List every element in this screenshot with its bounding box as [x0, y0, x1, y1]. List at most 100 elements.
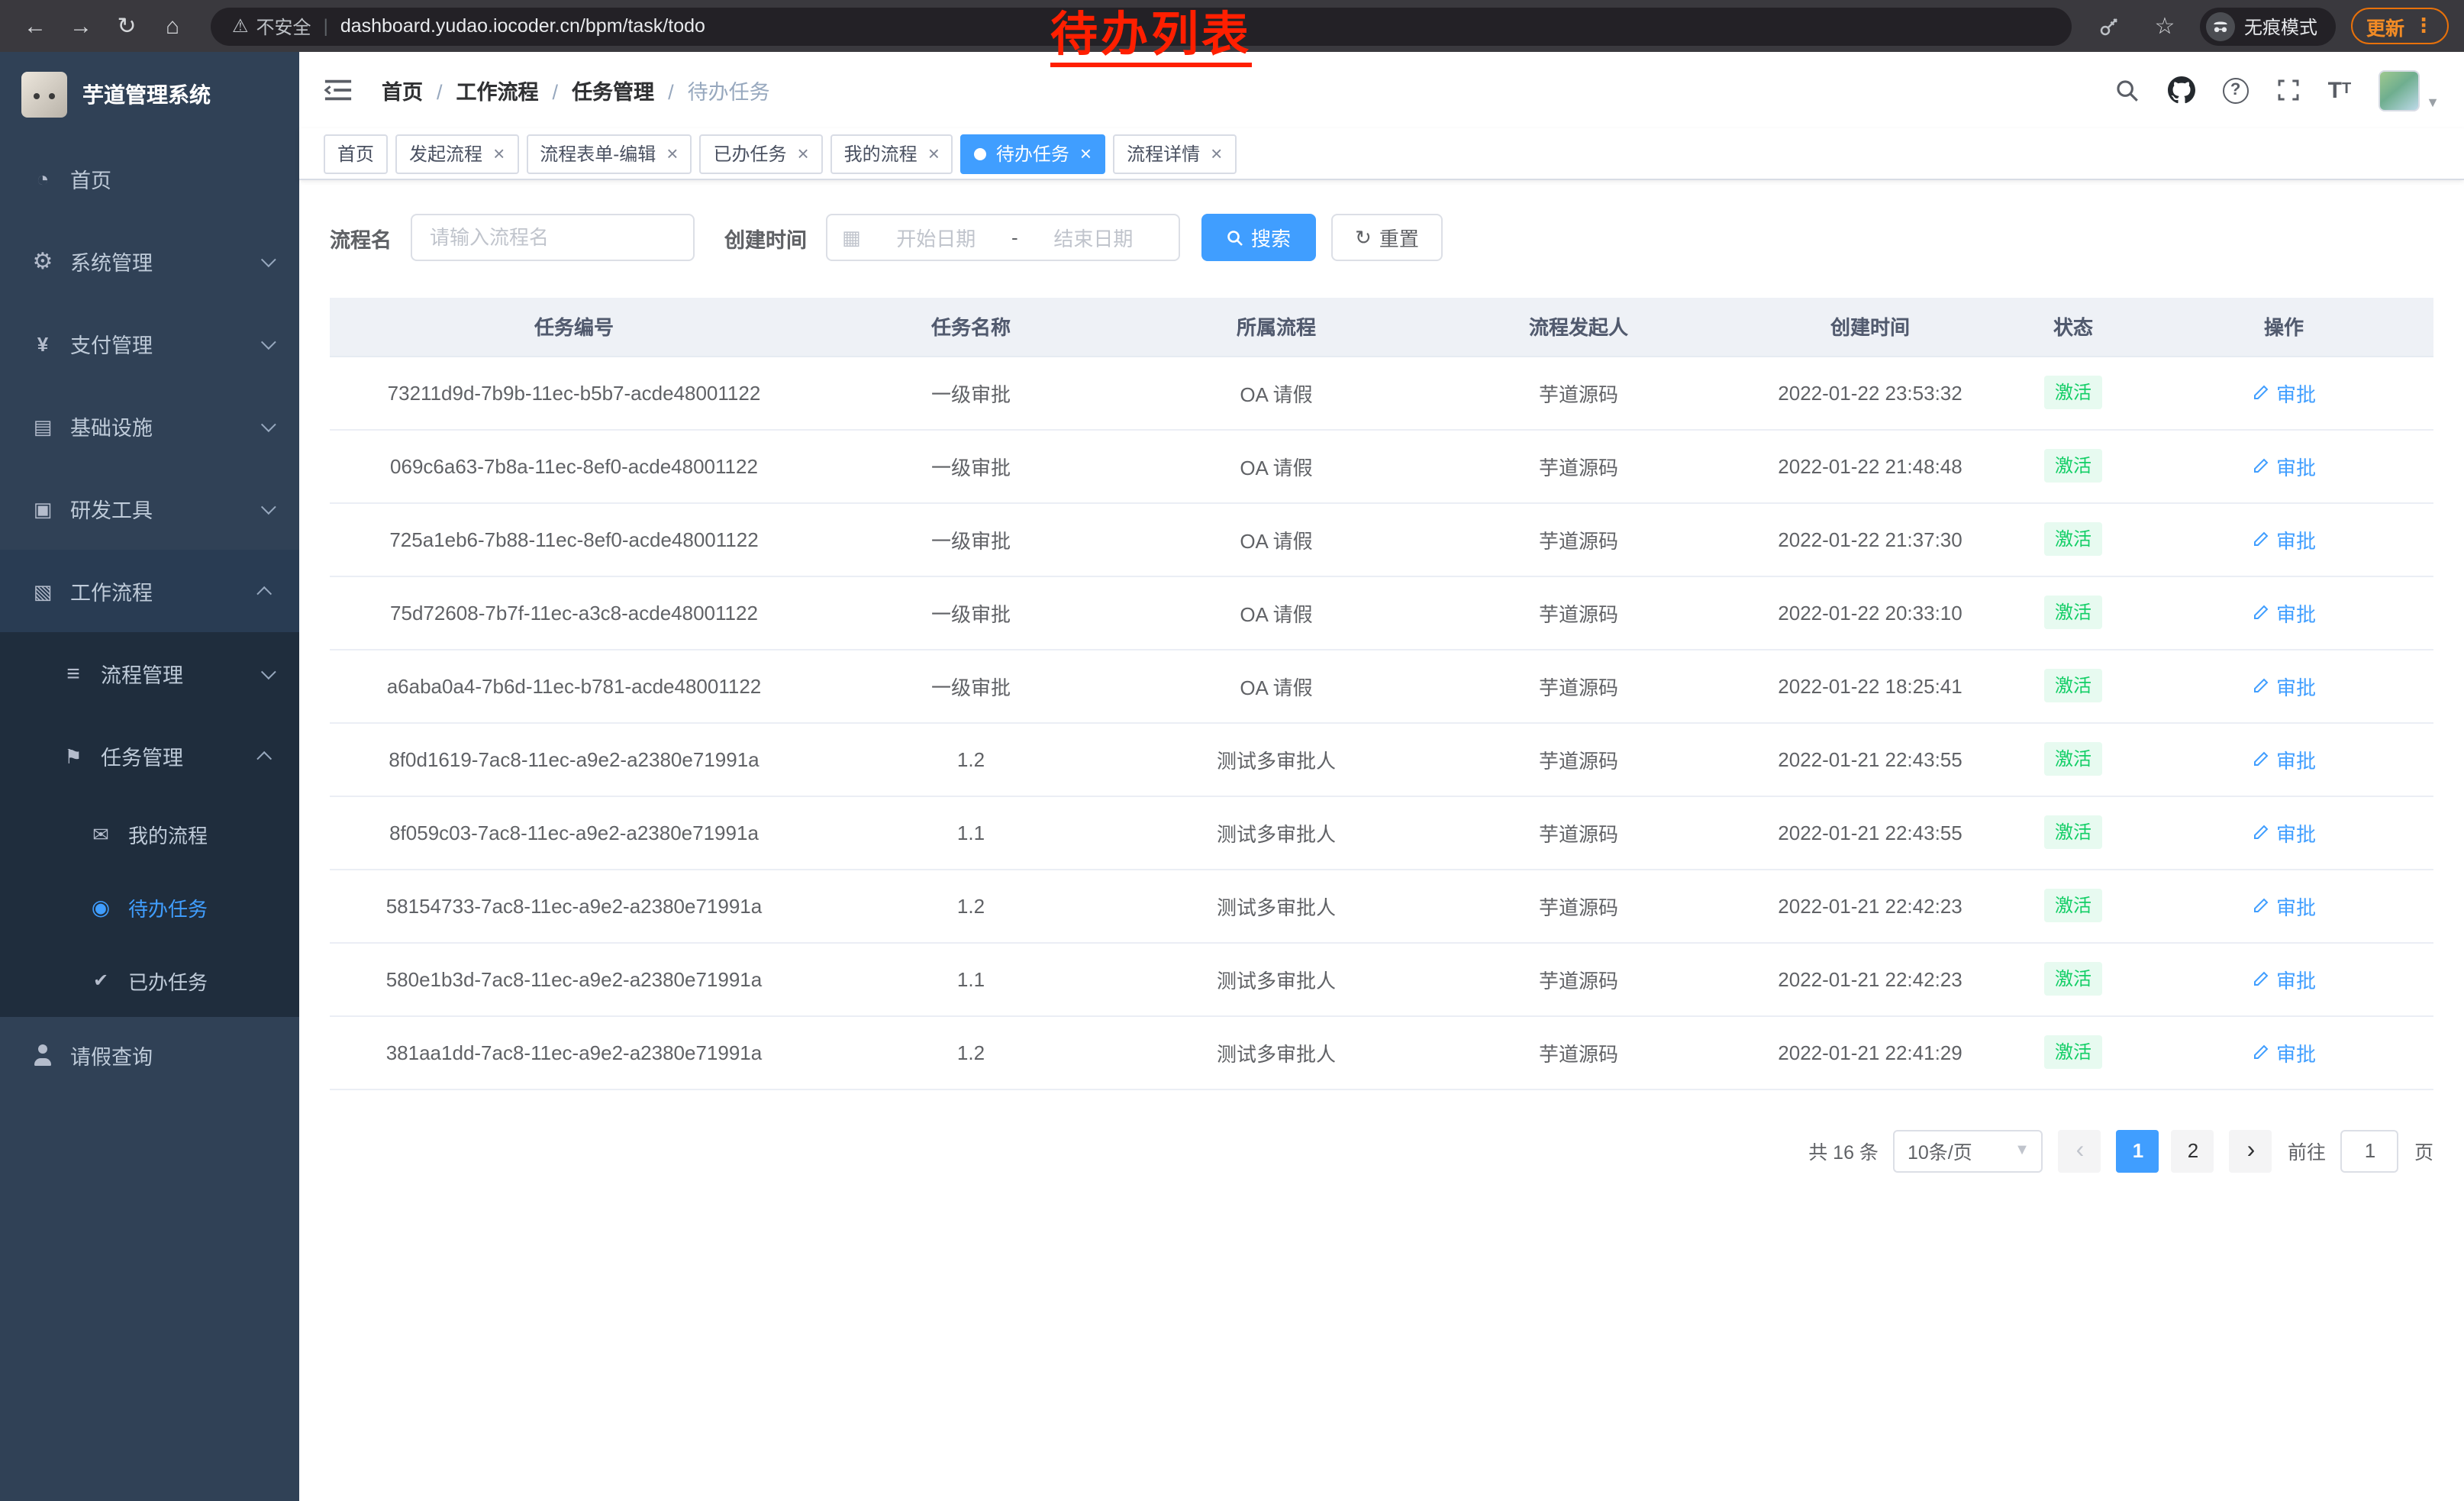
page-size-select[interactable]: 10条/页 ▼ [1894, 1129, 2043, 1172]
tab[interactable]: 待办任务 × [961, 134, 1105, 173]
initiator-cell: 芋道源码 [1429, 722, 1728, 796]
home-icon[interactable]: ⌂ [153, 6, 192, 46]
help-icon[interactable]: ? [2223, 77, 2249, 103]
tab[interactable]: 发起流程 × [395, 134, 518, 173]
sidebar-item[interactable]: 首页 [0, 137, 299, 220]
close-icon[interactable]: × [666, 144, 678, 163]
tab[interactable]: 流程表单-编辑 × [526, 134, 692, 173]
tab[interactable]: 首页 [324, 134, 388, 173]
approve-link[interactable]: 审批 [2252, 671, 2316, 700]
reload-icon[interactable]: ↻ [107, 6, 147, 46]
initiator-cell: 芋道源码 [1429, 649, 1728, 722]
breadcrumb-item[interactable]: 工作流程 [456, 75, 572, 105]
chevron-icon [261, 499, 276, 514]
gear-icon [31, 249, 55, 273]
search-icon[interactable] [2114, 77, 2140, 103]
close-icon[interactable]: × [797, 144, 808, 163]
sidebar-item[interactable]: 基础设施 [0, 385, 299, 467]
approve-link[interactable]: 审批 [2252, 525, 2316, 554]
avatar[interactable] [2379, 69, 2420, 111]
action-cell: 审批 [2134, 356, 2433, 429]
bookmark-star-icon[interactable]: ☆ [2145, 6, 2185, 46]
sidebar-item-workflow[interactable]: 工作流程 [0, 550, 299, 632]
logo-row[interactable]: 芋道管理系统 [0, 52, 299, 137]
app-title: 芋道管理系统 [82, 79, 211, 110]
approve-link[interactable]: 审批 [2252, 598, 2316, 627]
close-icon[interactable]: × [1080, 144, 1092, 163]
menu-dots-icon[interactable]: ⋮ [2414, 14, 2433, 38]
sidebar-item[interactable]: 我的流程 [0, 797, 299, 870]
chevron-icon [256, 750, 272, 766]
page-number-button[interactable]: 2 [2172, 1129, 2214, 1172]
user-icon [31, 1043, 55, 1067]
prev-page-button[interactable]: ‹ [2059, 1129, 2101, 1172]
sidebar-item-leave-query[interactable]: 请假查询 [0, 1017, 299, 1093]
approve-link[interactable]: 审批 [2252, 744, 2316, 773]
process-name-label: 流程名 [330, 222, 392, 253]
sidebar-item[interactable]: 任务管理 [0, 715, 299, 797]
approve-link[interactable]: 审批 [2252, 891, 2316, 920]
approve-link[interactable]: 审批 [2252, 1038, 2316, 1067]
active-dot [975, 147, 987, 160]
task-id-cell: 73211d9d-7b9b-11ec-b5b7-acde48001122 [330, 356, 818, 429]
start-date-placeholder: 开始日期 [867, 223, 1005, 252]
task-name-cell: 1.2 [818, 1015, 1124, 1089]
initiator-cell: 芋道源码 [1429, 869, 1728, 942]
approve-link[interactable]: 审批 [2252, 451, 2316, 480]
tab[interactable]: 已办任务 × [699, 134, 822, 173]
create-time-cell: 2022-01-22 21:37:30 [1728, 502, 2012, 576]
check-icon [89, 968, 113, 993]
update-button[interactable]: 更新 ⋮ [2351, 8, 2449, 44]
approve-link[interactable]: 审批 [2252, 378, 2316, 407]
chrome-right-controls: ☆ 无痕模式 更新 ⋮ [2090, 6, 2449, 46]
sidebar-collapse-icon[interactable] [324, 75, 357, 105]
key-icon[interactable] [2090, 6, 2130, 46]
process-name-input[interactable] [410, 214, 694, 261]
status-cell: 激活 [2012, 722, 2134, 796]
create-time-cell: 2022-01-22 18:25:41 [1728, 649, 2012, 722]
sidebar-item[interactable]: 系统管理 [0, 220, 299, 302]
tab[interactable]: 我的流程 × [830, 134, 953, 173]
next-page-button[interactable]: › [2230, 1129, 2272, 1172]
sidebar-item[interactable]: 研发工具 [0, 467, 299, 550]
action-cell: 审批 [2134, 649, 2433, 722]
user-menu[interactable]: ▼ [2379, 69, 2440, 111]
column-header: 所属流程 [1124, 298, 1429, 356]
sidebar-item[interactable]: 待办任务 [0, 870, 299, 944]
close-icon[interactable]: × [493, 144, 505, 163]
breadcrumb-item[interactable]: 待办任务 [688, 75, 770, 105]
sidebar-item[interactable]: 支付管理 [0, 302, 299, 385]
sidebar-item[interactable]: 已办任务 [0, 944, 299, 1017]
approve-link[interactable]: 审批 [2252, 964, 2316, 993]
breadcrumb-item[interactable]: 首页 [382, 75, 456, 105]
breadcrumb-item[interactable]: 任务管理 [572, 75, 688, 105]
github-icon[interactable] [2168, 76, 2195, 104]
action-cell: 审批 [2134, 1015, 2433, 1089]
task-name-cell: 1.2 [818, 722, 1124, 796]
process-cell: 测试多审批人 [1124, 869, 1429, 942]
divider: | [324, 15, 328, 37]
tab[interactable]: 流程详情 × [1113, 134, 1236, 173]
process-cell: 测试多审批人 [1124, 942, 1429, 1015]
sidebar-item[interactable]: 流程管理 [0, 632, 299, 715]
search-button[interactable]: 搜索 [1201, 214, 1315, 261]
task-id-cell: 75d72608-7b7f-11ec-a3c8-acde48001122 [330, 576, 818, 649]
reset-button[interactable]: ↻ 重置 [1330, 214, 1443, 261]
close-icon[interactable]: × [928, 144, 940, 163]
briefcase-icon [31, 579, 55, 603]
fullscreen-icon[interactable] [2276, 78, 2301, 102]
approve-link[interactable]: 审批 [2252, 818, 2316, 847]
back-icon[interactable]: ← [15, 6, 55, 46]
goto-page-input[interactable] [2341, 1129, 2399, 1172]
initiator-cell: 芋道源码 [1429, 356, 1728, 429]
end-date-placeholder: 结束日期 [1024, 223, 1163, 252]
page-number-button[interactable]: 1 [2117, 1129, 2159, 1172]
forward-icon[interactable]: → [61, 6, 101, 46]
message-icon [89, 822, 113, 846]
top-navbar: 首页 工作流程 任务管理 待办任务 [299, 52, 2464, 128]
font-size-icon[interactable]: TT [2328, 79, 2352, 102]
edit-pencil-icon [2252, 970, 2270, 988]
close-icon[interactable]: × [1211, 144, 1222, 163]
not-secure-warning[interactable]: ⚠ 不安全 [232, 13, 311, 39]
date-range-picker[interactable]: ▦ 开始日期 - 结束日期 [825, 214, 1179, 261]
